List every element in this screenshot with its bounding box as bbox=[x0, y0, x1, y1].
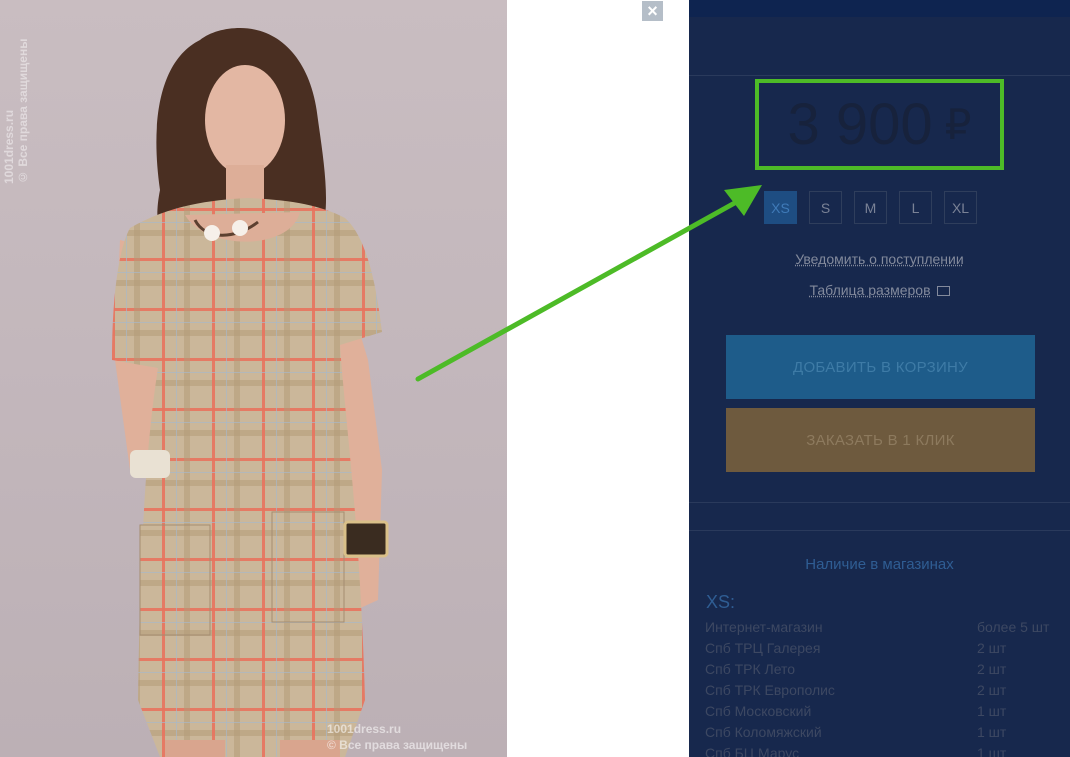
stock-table: Интернет-магазин более 5 шт Спб ТРЦ Галер… bbox=[705, 616, 1057, 757]
store-name: Спб Московский bbox=[705, 702, 812, 719]
store-availability-title[interactable]: Наличие в магазинах bbox=[689, 556, 1070, 573]
panel-header-bar bbox=[689, 0, 1070, 17]
store-name: Спб ТРК Европолис bbox=[705, 681, 835, 698]
divider bbox=[689, 75, 1070, 76]
notify-link-label: Уведомить о поступлении bbox=[795, 251, 964, 267]
price-highlight: 3 900 ₽ bbox=[755, 79, 1004, 170]
table-row: Спб ТРК Лето 2 шт bbox=[705, 658, 1057, 679]
table-row: Спб БЦ Марус 1 шт bbox=[705, 742, 1057, 757]
store-qty: более 5 шт bbox=[977, 618, 1050, 635]
watermark-side: 1001dress.ru © Все права защищены bbox=[2, 4, 36, 184]
watermark-bottom: 1001dress.ru © Все права защищены bbox=[327, 721, 467, 753]
price-currency: ₽ bbox=[944, 101, 972, 148]
store-qty: 1 шт bbox=[977, 702, 1007, 719]
table-row: Спб Коломяжский 1 шт bbox=[705, 721, 1057, 742]
model-in-plaid-dress-illustration bbox=[112, 28, 389, 757]
store-qty: 2 шт bbox=[977, 639, 1007, 656]
watermark-side-line1: 1001dress.ru bbox=[2, 109, 16, 184]
table-row: Спб Московский 1 шт bbox=[705, 700, 1057, 721]
store-name: Спб ТРЦ Галерея bbox=[705, 639, 821, 656]
store-name: Спб БЦ Марус bbox=[705, 744, 800, 757]
product-info-panel: 3 900 ₽ XS S M L XL Уведомить о поступле… bbox=[689, 0, 1070, 757]
divider bbox=[689, 530, 1070, 531]
watermark-bottom-line2: © Все права защищены bbox=[327, 738, 468, 752]
size-option-xs[interactable]: XS bbox=[764, 191, 797, 224]
divider bbox=[689, 502, 1070, 503]
size-option-m[interactable]: M bbox=[854, 191, 887, 224]
store-name: Интернет-магазин bbox=[705, 618, 823, 635]
table-row: Спб ТРЦ Галерея 2 шт bbox=[705, 637, 1057, 658]
size-selector: XS S M L XL bbox=[764, 191, 977, 224]
watermark-side-line2: © Все права защищены bbox=[16, 38, 30, 184]
external-window-icon bbox=[936, 286, 950, 297]
store-qty: 2 шт bbox=[977, 681, 1007, 698]
close-icon[interactable]: × bbox=[642, 1, 663, 21]
one-click-order-button[interactable]: ЗАКАЗАТЬ В 1 КЛИК bbox=[726, 408, 1035, 472]
notify-link[interactable]: Уведомить о поступлении bbox=[689, 251, 1070, 267]
table-row: Интернет-магазин более 5 шт bbox=[705, 616, 1057, 637]
store-qty: 2 шт bbox=[977, 660, 1007, 677]
size-option-s[interactable]: S bbox=[809, 191, 842, 224]
availability-size-label: XS: bbox=[706, 592, 736, 612]
price-value: 3 900 bbox=[787, 92, 933, 157]
table-row: Спб ТРК Европолис 2 шт bbox=[705, 679, 1057, 700]
size-table-link-label: Таблица размеров bbox=[809, 282, 931, 298]
store-name: Спб Коломяжский bbox=[705, 723, 822, 740]
size-option-l[interactable]: L bbox=[899, 191, 932, 224]
store-qty: 1 шт bbox=[977, 723, 1007, 740]
size-table-link[interactable]: Таблица размеров bbox=[689, 282, 1070, 298]
watermark-bottom-line1: 1001dress.ru bbox=[327, 722, 402, 736]
add-to-cart-button[interactable]: ДОБАВИТЬ В КОРЗИНУ bbox=[726, 335, 1035, 399]
store-qty: 1 шт bbox=[977, 744, 1007, 757]
store-name: Спб ТРК Лето bbox=[705, 660, 796, 677]
product-photo: 1001dress.ru © Все права защищены 1001dr… bbox=[0, 0, 507, 757]
size-option-xl[interactable]: XL bbox=[944, 191, 977, 224]
